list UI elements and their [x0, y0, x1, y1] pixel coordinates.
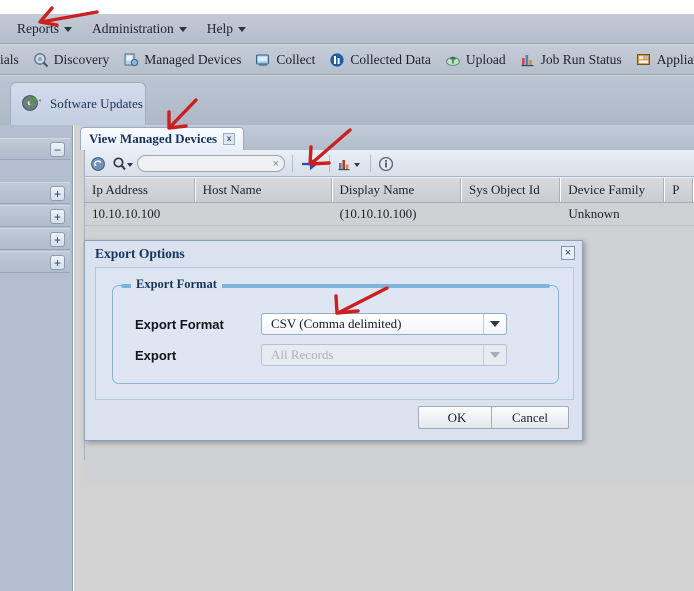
menu-item-label: Administration — [92, 20, 174, 36]
chevron-down-icon — [64, 27, 72, 32]
export-format-fieldset: Export Format Export Format CSV (Comma d… — [112, 277, 559, 384]
toolbar-item-appliance-config[interactable]: ApplianceConfig — [629, 52, 694, 68]
cell-ip-address: 10.10.10.100 — [92, 206, 161, 221]
left-sidebar: − + + + + — [0, 125, 73, 591]
collect-icon — [255, 52, 271, 68]
toolbar-item-job-run-status[interactable]: Job Run Status — [513, 52, 629, 68]
cell-display-name: (10.10.10.100) — [339, 206, 417, 221]
export-scope-select: All Records — [261, 344, 507, 366]
grid-toolbar: × — [85, 151, 694, 177]
toolbar-item-collect[interactable]: Collect — [248, 52, 322, 68]
refresh-icon[interactable] — [90, 156, 106, 172]
toolbar-item-label: Upload — [465, 51, 506, 67]
toolbar-item-label: ApplianceConfig — [656, 51, 694, 67]
sidebar-panel-1[interactable]: + — [0, 182, 70, 204]
discovery-icon — [33, 52, 49, 68]
toolbar-item-label: Job Run Status — [540, 51, 622, 67]
grid-column-sys-object-id[interactable]: Sys Object Id — [462, 178, 562, 202]
chevron-down-icon — [238, 27, 246, 32]
appliance-config-icon — [636, 52, 652, 68]
close-icon[interactable]: x — [223, 133, 236, 145]
menu-item-reports[interactable]: Reports — [8, 19, 81, 39]
ribbon-tab-software-updates[interactable]: Software Updates — [10, 82, 146, 125]
dialog-title: Export Options — [95, 246, 185, 261]
clear-search-icon[interactable]: × — [273, 156, 279, 172]
tab-label: View Managed Devices — [89, 131, 218, 146]
chart-icon[interactable] — [337, 156, 363, 172]
export-options-dialog: Export Options × Export Format Export Fo… — [84, 240, 583, 441]
ribbon-tab-label: Software Updates — [50, 96, 143, 111]
toolbar-item-label: Collected Data — [350, 51, 431, 67]
toolbar-item-label: ials — [0, 51, 19, 67]
field-row-export: Export All Records — [135, 344, 507, 366]
menu-item-label: Help — [206, 20, 233, 36]
toolbar-separator — [292, 155, 293, 172]
sidebar-panel-toggle-expand[interactable]: + — [50, 255, 65, 270]
software-updates-icon — [21, 93, 45, 115]
cell-device-family: Unknown — [568, 206, 620, 221]
sidebar-panel-0-body — [0, 161, 70, 182]
sidebar-panel-toggle-expand[interactable]: + — [50, 232, 65, 247]
close-icon[interactable]: × — [561, 246, 575, 260]
toolbar-item-label: Discovery — [53, 51, 110, 67]
menu-bar: Reports Administration Help — [0, 14, 694, 44]
info-icon[interactable] — [378, 156, 394, 172]
sidebar-panel-toggle-collapse[interactable]: − — [50, 142, 65, 157]
grid-column-host-name[interactable]: Host Name — [196, 178, 333, 202]
sidebar-panel-2[interactable]: + — [0, 205, 70, 227]
collected-data-icon — [329, 52, 345, 68]
export-format-label: Export Format — [135, 316, 224, 332]
export-scope-value: All Records — [271, 347, 334, 362]
cancel-button[interactable]: Cancel — [491, 406, 569, 429]
cell-partial — [665, 203, 694, 225]
grid-column-partial[interactable]: P — [665, 178, 694, 202]
main-toolbar: ials Discovery Managed Devices Collect C… — [0, 45, 694, 75]
export-label: Export — [135, 347, 177, 363]
sidebar-panel-toggle-expand[interactable]: + — [50, 186, 65, 201]
table-row[interactable]: 10.10.10.100 (10.10.10.100) Unknown — [85, 203, 694, 226]
grid-header-row: Ip Address Host Name Display Name Sys Ob… — [85, 178, 694, 203]
menu-item-label: Reports — [17, 20, 59, 36]
sidebar-panel-4[interactable]: + — [0, 251, 70, 273]
toolbar-item-label: Collect — [276, 51, 316, 67]
tab-view-managed-devices[interactable]: View Managed Devices x — [80, 127, 245, 150]
cell-host-name — [196, 203, 333, 225]
fieldset-legend: Export Format — [131, 277, 222, 292]
sidebar-panel-3[interactable]: + — [0, 228, 70, 250]
toolbar-item-collected-data[interactable]: Collected Data — [322, 52, 438, 68]
export-format-select[interactable]: CSV (Comma delimited) — [261, 313, 507, 335]
sidebar-panel-0[interactable]: − — [0, 138, 70, 160]
toolbar-separator — [370, 155, 371, 172]
menu-item-help[interactable]: Help — [198, 19, 255, 39]
ok-button[interactable]: OK — [418, 406, 496, 429]
window-top-strip — [0, 0, 694, 14]
ribbon-bar: Software Updates — [0, 76, 694, 125]
search-icon[interactable] — [112, 156, 134, 172]
menu-item-administration[interactable]: Administration — [83, 19, 196, 39]
grid-column-ip-address[interactable]: Ip Address — [85, 178, 196, 202]
chevron-down-icon[interactable] — [483, 314, 506, 334]
toolbar-item-label: Managed Devices — [144, 51, 242, 67]
toolbar-separator — [329, 155, 330, 172]
grid-column-device-family[interactable]: Device Family — [561, 178, 666, 202]
cell-sys-object-id — [462, 203, 561, 225]
toolbar-item-managed-devices[interactable]: Managed Devices — [116, 52, 248, 68]
grid-column-display-name[interactable]: Display Name — [333, 178, 462, 202]
job-run-status-icon — [520, 52, 536, 68]
toolbar-item-credentials[interactable]: ials — [0, 52, 26, 68]
sidebar-panel-toggle-expand[interactable]: + — [50, 209, 65, 224]
managed-devices-icon — [123, 52, 139, 68]
toolbar-item-discovery[interactable]: Discovery — [26, 52, 116, 68]
chevron-down-icon — [178, 27, 187, 32]
dialog-body: Export Format Export Format CSV (Comma d… — [95, 267, 574, 400]
field-row-export-format: Export Format CSV (Comma delimited) — [135, 313, 507, 335]
blue-arrow-icon[interactable] — [300, 156, 322, 172]
upload-icon — [445, 52, 461, 68]
toolbar-item-upload[interactable]: Upload — [438, 52, 513, 68]
chevron-down-icon — [483, 345, 506, 365]
export-format-value: CSV (Comma delimited) — [271, 316, 402, 331]
search-input[interactable]: × — [137, 155, 285, 172]
